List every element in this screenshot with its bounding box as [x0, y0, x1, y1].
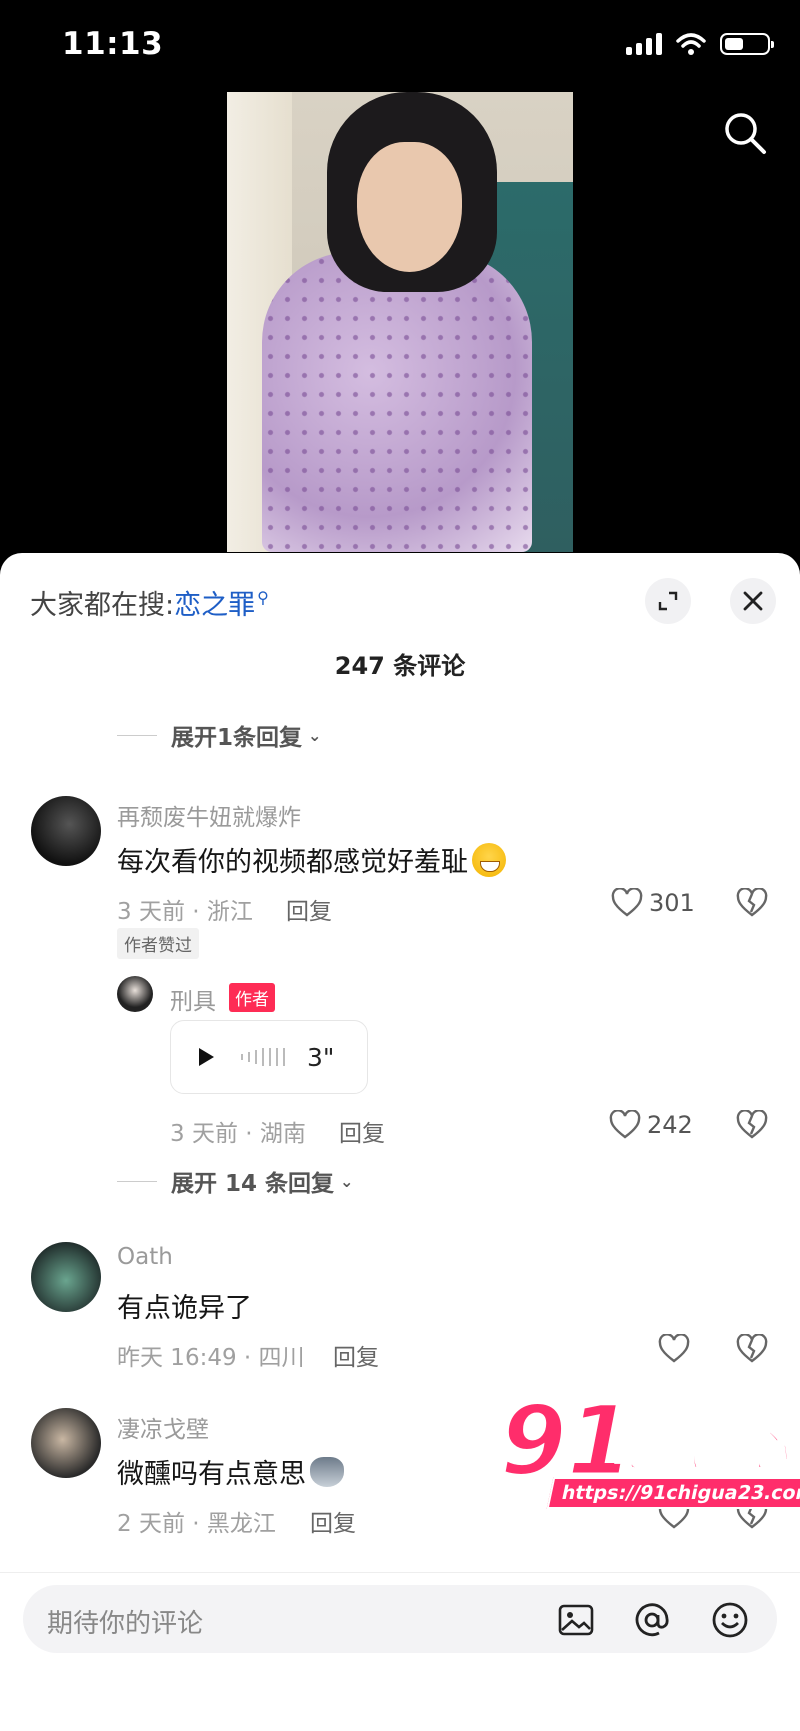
expand-icon [658, 591, 678, 611]
close-icon [743, 591, 763, 611]
hot-search-label: 大家都在搜: [30, 590, 175, 621]
status-time: 11:13 [62, 26, 164, 62]
comment-meta: 昨天 16:49 · 四川 [117, 1345, 305, 1371]
like-count: 301 [649, 889, 695, 917]
image-icon[interactable] [557, 1601, 595, 1639]
at-icon[interactable] [633, 1601, 671, 1639]
status-icons [626, 32, 774, 56]
expand-label: 展开1条回复 [171, 725, 303, 751]
signal-icon [626, 33, 662, 55]
heart-icon [609, 1110, 641, 1139]
author-badge: 作者 [229, 983, 275, 1012]
wifi-icon [676, 33, 706, 55]
like-button[interactable]: 301 [611, 888, 695, 918]
avatar[interactable] [31, 796, 101, 866]
voice-message[interactable]: 3" [170, 1020, 368, 1094]
battery-icon [720, 33, 774, 55]
avatar[interactable] [31, 1408, 101, 1478]
comment-username[interactable]: 再颓废牛妞就爆炸 [117, 798, 301, 832]
close-button[interactable] [730, 578, 776, 624]
reply-button[interactable]: 回复 [339, 1114, 385, 1148]
hot-search-term[interactable]: 恋之罪 [174, 583, 255, 622]
watermark-url: https://91chigua23.com [546, 1477, 800, 1509]
expand-replies-button[interactable]: 展开 14 条回复 ⌄ [117, 1164, 353, 1198]
chevron-down-icon: ⌄ [308, 725, 322, 745]
comment-meta: 3 天前 · 浙江 [117, 899, 253, 925]
broken-heart-icon[interactable] [736, 888, 768, 918]
like-button[interactable]: 242 [609, 1110, 693, 1140]
audio-wave [241, 1048, 285, 1066]
chevron-down-icon: ⌄ [340, 1171, 354, 1191]
watermark-name: 吃瓜中心 [611, 1425, 789, 1478]
search-icon: ⚲ [257, 588, 269, 607]
reply-button[interactable]: 回复 [286, 892, 332, 926]
expand-button[interactable] [645, 578, 691, 624]
avatar[interactable] [117, 976, 153, 1012]
divider [0, 1572, 800, 1573]
heart-icon[interactable] [658, 1334, 690, 1364]
comment-text: 微醺吗有点意思 [117, 1452, 344, 1491]
voice-duration: 3" [307, 1042, 335, 1072]
expand-label: 展开 14 条回复 [171, 1171, 335, 1197]
grin-emoji-icon [472, 842, 506, 877]
heart-icon [611, 888, 643, 917]
comment-text: 每次看你的视频都感觉好羞耻 [117, 840, 506, 879]
like-count: 242 [647, 1111, 693, 1139]
video-player[interactable] [227, 92, 573, 552]
comment-meta: 2 天前 · 黑龙江 [117, 1511, 276, 1537]
reply-meta: 3 天前 · 湖南 [170, 1121, 306, 1147]
comment-text: 有点诡异了 [117, 1293, 252, 1324]
reply-button[interactable]: 回复 [310, 1504, 356, 1538]
emoji-icon[interactable] [711, 1601, 749, 1639]
hot-search[interactable]: 大家都在搜: 恋之罪 ⚲ [30, 583, 269, 622]
comment-username[interactable]: 凄凉戈壁 [117, 1410, 209, 1444]
comment-username[interactable]: Oath [117, 1244, 173, 1270]
reply-username[interactable]: 刑具 [170, 982, 216, 1016]
wolf-emoji-icon [310, 1456, 344, 1487]
reply-button[interactable]: 回复 [333, 1338, 379, 1372]
broken-heart-icon[interactable] [736, 1110, 768, 1140]
author-liked-badge: 作者赞过 [117, 928, 199, 959]
search-icon[interactable] [722, 110, 768, 156]
comment-input[interactable]: 期待你的评论 [23, 1585, 777, 1653]
watermark: 91 吃瓜中心 https://91chigua23.com [499, 1384, 800, 1515]
avatar[interactable] [31, 1242, 101, 1312]
comment-count: 247 条评论 [334, 652, 466, 680]
comment-placeholder: 期待你的评论 [47, 1609, 204, 1639]
expand-replies-button[interactable]: 展开1条回复 ⌄ [117, 718, 321, 752]
broken-heart-icon[interactable] [736, 1334, 768, 1364]
status-bar: 11:13 [0, 0, 800, 92]
play-icon [199, 1048, 214, 1066]
